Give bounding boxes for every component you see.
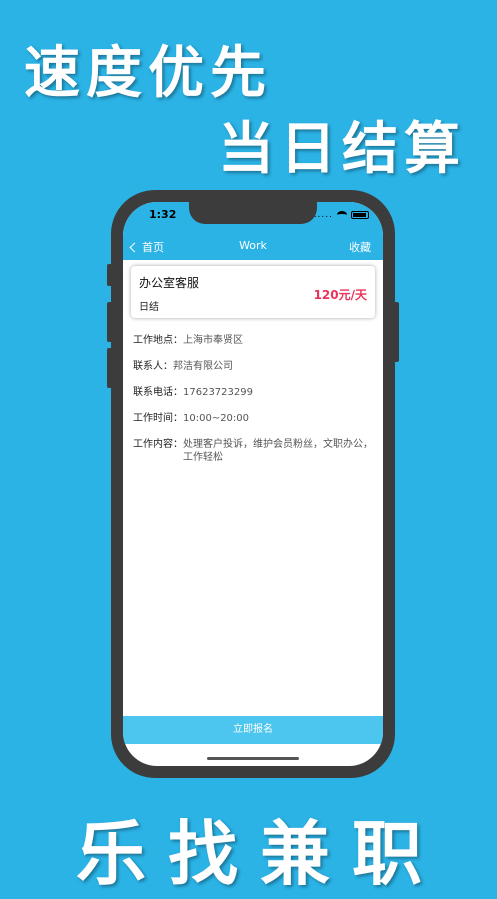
app-slogan: 乐找兼职	[76, 812, 444, 895]
status-icons: .....	[314, 210, 369, 220]
detail-row-hours: 工作时间： 10:00~20:00	[133, 412, 375, 425]
phone-side-button	[107, 302, 112, 342]
detail-label: 联系电话：	[133, 387, 183, 398]
home-indicator	[207, 757, 299, 760]
detail-value: 处理客户投诉，维护会员粉丝，文职办公，工作轻松	[183, 439, 373, 463]
status-time: 1:32	[149, 208, 177, 221]
apply-button[interactable]: 立即报名	[123, 716, 383, 744]
phone-side-button	[107, 264, 112, 286]
phone-side-button	[107, 348, 112, 388]
wifi-icon	[337, 211, 347, 219]
promo-headline-speed: 速度优先	[24, 40, 272, 106]
detail-value: 邦洁有限公司	[173, 361, 233, 372]
detail-row-phone: 联系电话： 17623723299	[133, 386, 375, 399]
detail-row-description: 工作内容： 处理客户投诉，维护会员粉丝，文职办公，工作轻松	[133, 438, 375, 464]
page-title: Work	[239, 239, 267, 252]
phone-power-button	[394, 302, 399, 362]
settlement-type: 日结	[139, 302, 159, 313]
job-title: 办公室客服	[139, 276, 200, 290]
detail-label: 联系人：	[133, 361, 173, 372]
detail-row-contact: 联系人： 邦洁有限公司	[133, 360, 375, 373]
job-details: 工作地点： 上海市奉贤区 联系人： 邦洁有限公司 联系电话： 176237232…	[133, 334, 375, 477]
detail-value: 上海市奉贤区	[183, 335, 243, 346]
phone-notch	[189, 202, 317, 224]
detail-value[interactable]: 17623723299	[183, 386, 375, 399]
favorite-button[interactable]: 收藏	[349, 239, 371, 255]
phone-screen: 1:32 ..... 首页 Work 收藏 办公室客服 日结 120元/天 工作…	[123, 202, 383, 766]
job-card: 办公室客服 日结 120元/天	[131, 266, 375, 318]
detail-label: 工作时间：	[133, 413, 183, 424]
phone-frame: 1:32 ..... 首页 Work 收藏 办公室客服 日结 120元/天 工作…	[107, 190, 399, 778]
detail-row-location: 工作地点： 上海市奉贤区	[133, 334, 375, 347]
detail-value: 10:00~20:00	[183, 413, 250, 424]
detail-label: 工作地点：	[133, 335, 183, 346]
job-pay: 120元/天	[313, 288, 367, 302]
nav-bar: 首页 Work 收藏	[123, 230, 383, 260]
battery-icon	[351, 211, 369, 219]
promo-headline-settlement: 当日结算	[218, 116, 466, 182]
detail-label: 工作内容：	[133, 439, 183, 450]
